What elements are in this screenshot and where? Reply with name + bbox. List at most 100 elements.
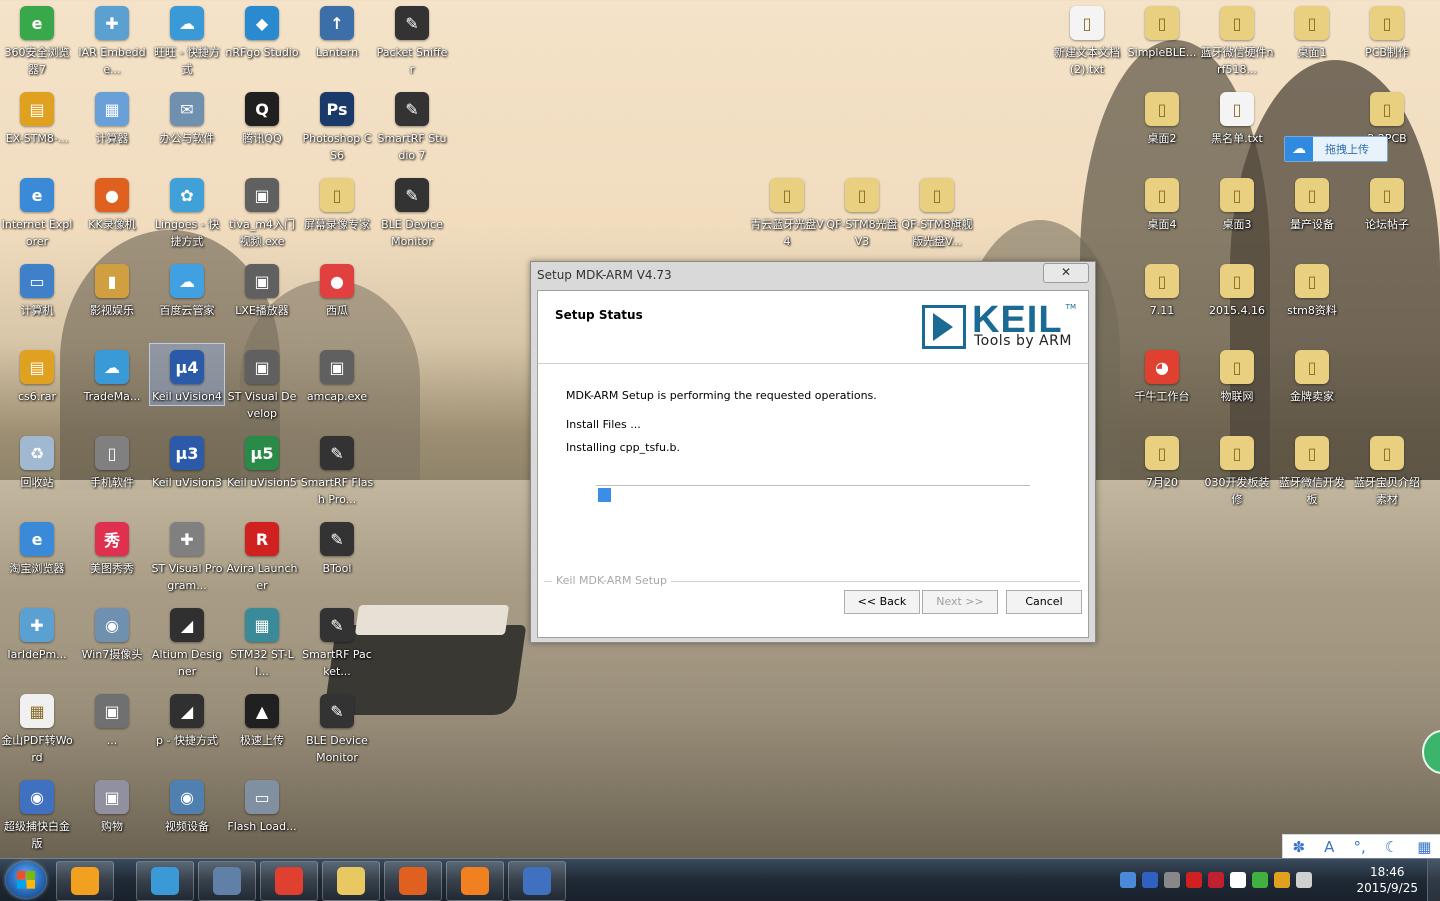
- desktop-icon[interactable]: ▯ 桌面4: [1125, 172, 1199, 233]
- desktop-icon[interactable]: ✎ SmartRF Packet...: [300, 602, 374, 680]
- desktop-icon[interactable]: ▯ 青云蓝牙光盘V4: [750, 172, 824, 250]
- desktop-icon[interactable]: ▯ 论坛帖子: [1350, 172, 1424, 233]
- desktop-icon[interactable]: ◉ Win7摄像头: [75, 602, 149, 663]
- desktop-icon[interactable]: ▣ ST Visual Develop: [225, 344, 299, 422]
- desktop-icon[interactable]: ● KK录像机: [75, 172, 149, 233]
- book-button[interactable]: [198, 861, 256, 901]
- desktop-icon[interactable]: ▯ 物联网: [1200, 344, 1274, 405]
- desktop-icon[interactable]: μ5 Keil uVision5: [225, 430, 299, 491]
- qianniu-button[interactable]: [260, 861, 318, 901]
- clock[interactable]: 18:46 2015/9/25: [1356, 864, 1418, 896]
- volume-icon[interactable]: [1296, 872, 1312, 888]
- desktop-icon[interactable]: ☁ 百度云管家: [150, 258, 224, 319]
- moon-icon[interactable]: ☾: [1385, 838, 1398, 856]
- start-button[interactable]: [6, 862, 46, 898]
- media-button[interactable]: [56, 861, 114, 901]
- desktop-icon[interactable]: ▯ 新建文本文档 (2).txt: [1050, 0, 1124, 78]
- usb-tray-icon[interactable]: [1164, 872, 1180, 888]
- desktop-icon[interactable]: ▣ tiva_m4入门视频.exe: [225, 172, 299, 250]
- desktop-icon[interactable]: μ3 Keil uVision3: [150, 430, 224, 491]
- paw-icon[interactable]: ✽: [1293, 838, 1306, 856]
- desktop-icon[interactable]: ✉ 办公与软件: [150, 86, 224, 147]
- ime-toolbar[interactable]: ✽ A °, ☾ ▦: [1282, 834, 1440, 860]
- desktop-icon[interactable]: ◉ 视频设备: [150, 774, 224, 835]
- desktop-icon[interactable]: ▯ 黑名单.txt: [1200, 86, 1274, 147]
- desktop-icon[interactable]: ▲ 极速上传: [225, 688, 299, 749]
- desktop-icon[interactable]: ▯ 桌面2: [1125, 86, 1199, 147]
- desktop-icon[interactable]: ▣...: [75, 688, 149, 749]
- desktop-icon[interactable]: ✎ SmartRF Studio 7: [375, 86, 449, 164]
- desktop-icon[interactable]: ▯ 蓝牙微信硬件nrf518...: [1200, 0, 1274, 78]
- desktop-icon[interactable]: ✎ BTool: [300, 516, 374, 577]
- ie-button[interactable]: [136, 861, 194, 901]
- 360-tray-icon[interactable]: [1252, 872, 1268, 888]
- next-button[interactable]: Next >>: [922, 590, 998, 614]
- desktop-icon[interactable]: μ4 Keil uVision4: [149, 343, 225, 406]
- windows-tray-icon[interactable]: [1230, 872, 1246, 888]
- desktop-icon[interactable]: ↑ Lantern: [300, 0, 374, 61]
- desktop-icon[interactable]: ☁ TradeMa...: [75, 344, 149, 405]
- explorer-button[interactable]: [322, 861, 380, 901]
- desktop-icon[interactable]: ▯ 蓝牙微信开发板: [1275, 430, 1349, 508]
- desktop-icon[interactable]: Q 腾讯QQ: [225, 86, 299, 147]
- back-button[interactable]: << Back: [844, 590, 920, 614]
- help-tray-icon[interactable]: [1142, 872, 1158, 888]
- desktop-icon[interactable]: ▦ STM32 ST-LI...: [225, 602, 299, 680]
- desktop-icon[interactable]: ▯ SimpleBLE...: [1125, 0, 1199, 61]
- desktop-icon[interactable]: ▯ 蓝牙宝贝介绍素材: [1350, 430, 1424, 508]
- desktop-icon[interactable]: ▯ QF-STM8光盘V3: [825, 172, 899, 250]
- desktop-icon[interactable]: e 淘宝浏览器: [0, 516, 74, 577]
- desktop-icon[interactable]: ✚ IAR Embedde...: [75, 0, 149, 78]
- desktop-icon[interactable]: ▯ 7.11: [1125, 258, 1199, 319]
- close-button[interactable]: ✕: [1043, 263, 1089, 283]
- desktop-icon[interactable]: ▯ 7月20: [1125, 430, 1199, 491]
- pdf-button[interactable]: [446, 861, 504, 901]
- desktop-icon[interactable]: ▯ 030开发板装修: [1200, 430, 1274, 508]
- desktop-icon[interactable]: 秀美图秀秀: [75, 516, 149, 577]
- desktop-icon[interactable]: ▭ Flash Load...: [225, 774, 299, 835]
- desktop-icon[interactable]: ◢ p - 快捷方式: [150, 688, 224, 749]
- font-icon[interactable]: A: [1324, 838, 1334, 856]
- desktop-icon[interactable]: ▯ PCB制作: [1350, 0, 1424, 61]
- desktop-icon[interactable]: ▤ EX-STM8-...: [0, 86, 74, 147]
- desktop-icon[interactable]: ◉ 超级捕快白金版: [0, 774, 74, 852]
- desktop-icon[interactable]: ▯ 桌面3: [1200, 172, 1274, 233]
- desktop-icon[interactable]: ▯ 金牌卖家: [1275, 344, 1349, 405]
- desktop-icon[interactable]: ✚ IarIdePm...: [0, 602, 74, 663]
- cancel-button[interactable]: Cancel: [1006, 590, 1082, 614]
- desktop-icon[interactable]: Ps Photoshop CS6: [300, 86, 374, 164]
- desktop-icon[interactable]: ▯ 桌面1: [1275, 0, 1349, 61]
- desktop-icon[interactable]: ◢ Altium Designer: [150, 602, 224, 680]
- desktop-icon[interactable]: ▦ 计算器: [75, 86, 149, 147]
- setup-button[interactable]: [508, 861, 566, 901]
- show-desktop-button[interactable]: [1427, 859, 1440, 901]
- desktop-icon[interactable]: ● 西瓜: [300, 258, 374, 319]
- desktop-icon[interactable]: ▯ 2015.4.16: [1200, 258, 1274, 319]
- avira-tray-icon[interactable]: [1186, 872, 1202, 888]
- desktop-icon[interactable]: ▤ cs6.rar: [0, 344, 74, 405]
- desktop-icon[interactable]: e 360安全浏览器7: [0, 0, 74, 78]
- desktop-icon[interactable]: R Avira Launcher: [225, 516, 299, 594]
- desktop-icon[interactable]: ▯ QF-STM8旗舰版光盘V...: [900, 172, 974, 250]
- grid-icon[interactable]: ▦: [1417, 838, 1431, 856]
- desktop-icon[interactable]: ▯ 屏幕录像专家: [300, 172, 374, 233]
- desktop-icon[interactable]: ✿ Lingoes - 快捷方式: [150, 172, 224, 250]
- shield-tray-icon[interactable]: [1208, 872, 1224, 888]
- punct-icon[interactable]: °,: [1353, 838, 1365, 856]
- desktop-icon[interactable]: ✎ BLE Device Monitor: [375, 172, 449, 250]
- desktop-icon[interactable]: ▣ amcap.exe: [300, 344, 374, 405]
- desktop-icon[interactable]: ✚ ST Visual Program...: [150, 516, 224, 594]
- desktop-icon[interactable]: ✎ SmartRF Flash Pro...: [300, 430, 374, 508]
- kk-button[interactable]: [384, 861, 442, 901]
- desktop-icon[interactable]: ▯ 手机软件: [75, 430, 149, 491]
- desktop-icon[interactable]: ✎ Packet Sniffer: [375, 0, 449, 78]
- desktop-icon[interactable]: ▣ LXE播放器: [225, 258, 299, 319]
- desktop-icon[interactable]: ▮ 影视娱乐: [75, 258, 149, 319]
- desktop-icon[interactable]: ▭ 计算机: [0, 258, 74, 319]
- desktop-icon[interactable]: ◆ nRFgo Studio: [225, 0, 299, 61]
- flower-tray-icon[interactable]: [1274, 872, 1290, 888]
- desktop-icon[interactable]: ▯ stm8资料: [1275, 258, 1349, 319]
- desktop-icon[interactable]: ◕ 千牛工作台: [1125, 344, 1199, 405]
- desktop-icon[interactable]: ♻ 回收站: [0, 430, 74, 491]
- desktop-icon[interactable]: e Internet Explorer: [0, 172, 74, 250]
